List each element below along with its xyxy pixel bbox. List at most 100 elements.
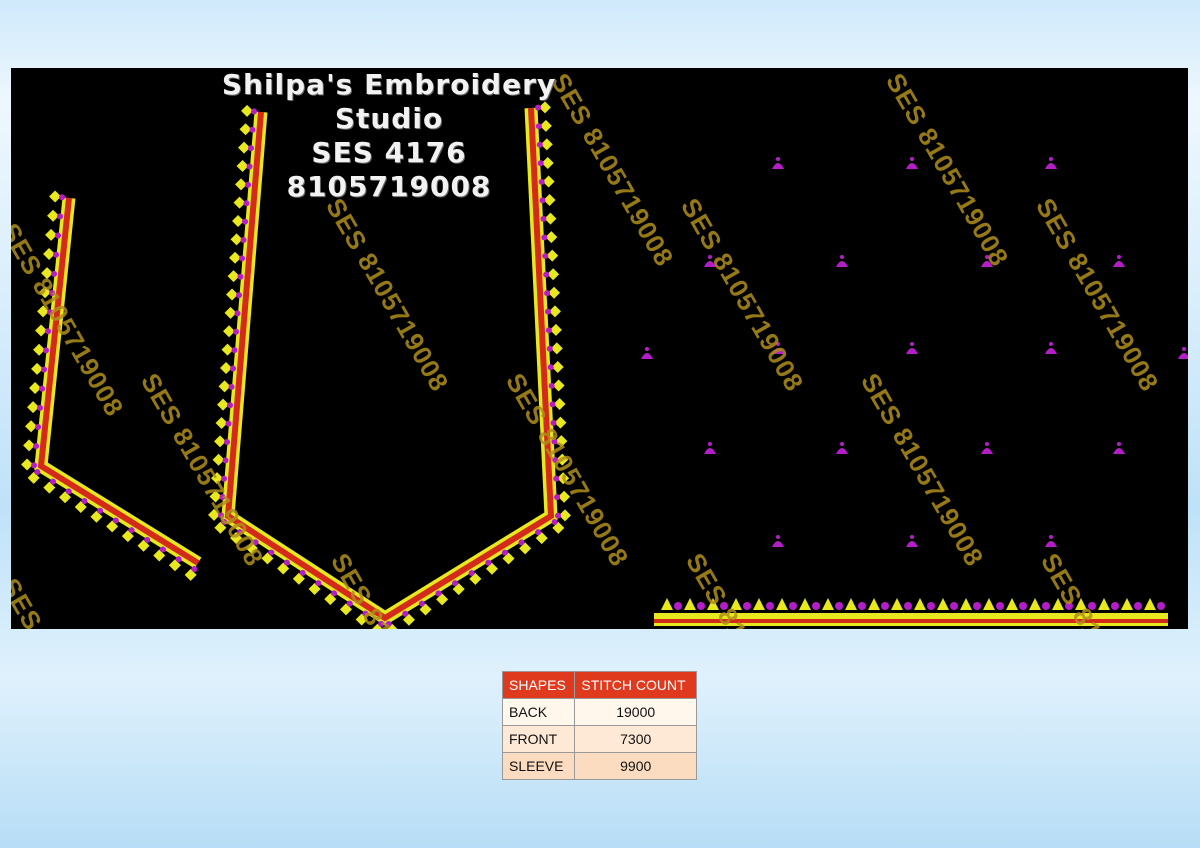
- center-neckline-right-dot-motif: [551, 518, 558, 525]
- butta-motif: [906, 541, 918, 547]
- butta-motif-top: [910, 535, 914, 539]
- phone-number: 8105719008: [286, 170, 492, 203]
- sleeve-leaf-motif: [868, 598, 880, 610]
- left-neckline-dot-motif: [34, 468, 41, 475]
- sleeve-dot-motif: [835, 602, 843, 610]
- butta-motif: [1113, 448, 1125, 454]
- column-header-shapes: SHAPES: [501, 671, 576, 699]
- stitch-count-cell: 19000: [574, 698, 697, 726]
- center-neckline-left-dot-motif: [225, 420, 232, 427]
- center-neckline-right-dot-motif: [418, 600, 425, 607]
- center-neckline-left-dot-motif: [242, 218, 249, 225]
- left-neckline-dot-motif: [97, 507, 104, 514]
- butta-motif: [906, 348, 918, 354]
- left-neckline-dot-motif: [50, 478, 57, 485]
- sleeve-dot-motif: [674, 602, 682, 610]
- center-neckline-left-dot-motif: [237, 273, 244, 280]
- center-neckline-right-dot-motif: [541, 234, 548, 241]
- center-neckline-right-dot-motif: [544, 308, 551, 315]
- left-neckline-dot-motif: [41, 366, 48, 373]
- butta-motif-top: [708, 442, 712, 446]
- center-neckline-left-dot-motif: [315, 580, 322, 587]
- left-neckline-dot-motif: [33, 443, 40, 450]
- center-neckline-right-dot-motif: [540, 215, 547, 222]
- left-neckline-dot-motif: [53, 251, 60, 258]
- shape-cell: FRONT: [501, 725, 576, 753]
- butta-motif-top: [840, 255, 844, 259]
- design-title-block: Shilpa's Embroidery Studio SES 4176 8105…: [179, 68, 599, 204]
- sleeve-leaf-motif: [684, 598, 696, 610]
- center-neckline-left-dot-motif: [233, 328, 240, 335]
- center-neckline-right-dot-motif: [547, 364, 554, 371]
- center-neckline-right-dot-motif: [554, 494, 561, 501]
- table-row: SLEEVE 9900: [501, 752, 697, 780]
- sleeve-leaf-motif: [1029, 598, 1041, 610]
- butta-motif: [772, 163, 784, 169]
- stitch-count-table: SHAPES STITCH COUNT BACK 19000 FRONT 730…: [501, 671, 697, 780]
- center-neckline-right-dot-motif: [452, 580, 459, 587]
- left-neckline-dot-motif: [37, 404, 44, 411]
- sleeve-dot-motif: [950, 602, 958, 610]
- center-neckline-right-dot-motif: [542, 253, 549, 260]
- butta-motif: [836, 261, 848, 267]
- center-neckline-left-dot-motif: [231, 347, 238, 354]
- butta-motif-top: [1049, 157, 1053, 161]
- left-neckline-dot-motif: [191, 565, 198, 572]
- stitch-count-cell: 9900: [574, 752, 697, 780]
- center-neckline-right-dot-motif: [468, 569, 475, 576]
- butta-motif-top: [910, 157, 914, 161]
- center-neckline-left-dot-motif: [224, 438, 231, 445]
- butta-motif-top: [840, 442, 844, 446]
- sleeve-dot-motif: [812, 602, 820, 610]
- center-neckline-left-dot-motif: [299, 569, 306, 576]
- butta-motif-top: [1049, 342, 1053, 346]
- butta-motif: [836, 448, 848, 454]
- sleeve-leaf-motif: [937, 598, 949, 610]
- center-neckline-right-dot-motif: [435, 590, 442, 597]
- butta-motif: [981, 448, 993, 454]
- sleeve-dot-motif: [996, 602, 1004, 610]
- sleeve-leaf-motif: [776, 598, 788, 610]
- shape-cell: SLEEVE: [501, 752, 576, 780]
- sleeve-dot-motif: [927, 602, 935, 610]
- sleeve-dot-motif: [1019, 602, 1027, 610]
- sleeve-dot-motif: [973, 602, 981, 610]
- butta-motif: [641, 353, 653, 359]
- center-neckline-right-dot-motif: [546, 345, 553, 352]
- left-neckline-dot-motif: [128, 527, 135, 534]
- sleeve-leaf-motif: [1098, 598, 1110, 610]
- stitch-count-cell: 7300: [574, 725, 697, 753]
- butta-motif-top: [1182, 347, 1186, 351]
- sleeve-leaf-motif: [1121, 598, 1133, 610]
- left-neckline-dot-motif: [65, 488, 72, 495]
- sleeve-leaf-motif: [914, 598, 926, 610]
- sleeve-dot-motif: [904, 602, 912, 610]
- sleeve-leaf-motif: [891, 598, 903, 610]
- column-header-stitch-count: STITCH COUNT: [574, 671, 697, 699]
- butta-motif: [704, 448, 716, 454]
- center-neckline-left-dot-motif: [222, 457, 229, 464]
- left-neckline-dot-motif: [35, 423, 42, 430]
- sleeve-leaf-motif: [1144, 598, 1156, 610]
- sleeve-leaf-motif: [822, 598, 834, 610]
- left-neckline-dot-motif: [43, 347, 50, 354]
- center-neckline-left-dot-motif: [228, 383, 235, 390]
- left-neckline-dot-motif: [81, 498, 88, 505]
- table-header-row: SHAPES STITCH COUNT: [501, 671, 697, 699]
- center-neckline-left-dot-motif: [240, 236, 247, 243]
- butta-motif: [772, 541, 784, 547]
- sleeve-dot-motif: [789, 602, 797, 610]
- sleeve-dot-motif: [858, 602, 866, 610]
- center-neckline-left-dot-motif: [227, 402, 234, 409]
- butta-motif-top: [776, 535, 780, 539]
- center-neckline-right-dot-motif: [535, 529, 542, 536]
- center-neckline-left-dot-motif: [239, 255, 246, 262]
- sleeve-leaf-motif: [845, 598, 857, 610]
- butta-motif-top: [1049, 535, 1053, 539]
- shape-cell: BACK: [501, 698, 576, 726]
- center-neckline-right-dot-motif: [402, 610, 409, 617]
- butta-motif-top: [776, 157, 780, 161]
- butta-motif-top: [1117, 255, 1121, 259]
- studio-name: Shilpa's Embroidery Studio: [221, 68, 557, 135]
- center-neckline-right-dot-motif: [545, 327, 552, 334]
